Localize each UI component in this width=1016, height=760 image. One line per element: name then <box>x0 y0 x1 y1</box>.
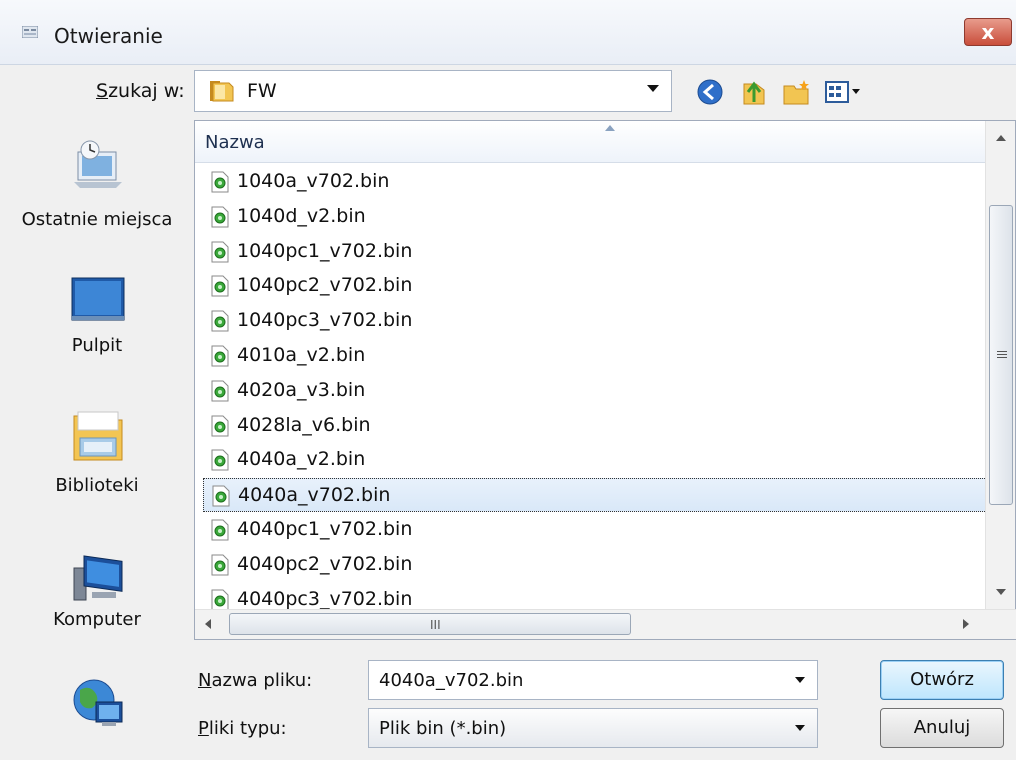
chevron-down-icon[interactable] <box>795 725 805 731</box>
file-type-select[interactable]: Plik bin (*.bin) <box>368 708 818 748</box>
file-name: 4020a_v3.bin <box>237 378 366 401</box>
file-row[interactable]: 1040d_v2.bin <box>203 200 987 234</box>
bin-file-icon <box>211 380 229 402</box>
bin-file-icon <box>211 241 229 263</box>
look-in-label: Szukaj w: <box>96 80 185 102</box>
scroll-left-icon[interactable] <box>205 619 211 629</box>
file-name: 1040d_v2.bin <box>237 204 366 227</box>
vertical-scrollbar[interactable] <box>985 121 1015 609</box>
network-icon <box>73 679 123 726</box>
bin-file-icon <box>211 415 229 437</box>
file-rows: 1040a_v702.bin 1040d_v2.bin 1040pc1_v702.b… <box>195 165 987 609</box>
file-row[interactable]: 4040pc3_v702.bin <box>203 583 987 609</box>
bin-file-icon <box>212 485 230 507</box>
file-row[interactable]: 4040pc1_v702.bin <box>203 513 987 547</box>
file-row[interactable]: 1040pc2_v702.bin <box>203 269 987 303</box>
file-name: 4040pc1_v702.bin <box>237 518 413 540</box>
bin-file-icon <box>211 310 229 332</box>
file-type-value: Plik bin (*.bin) <box>379 718 507 739</box>
up-folder-icon[interactable] <box>738 76 770 108</box>
dialog-app-icon <box>22 26 38 38</box>
window-title: Otwieranie <box>54 24 163 48</box>
bin-file-icon <box>211 345 229 367</box>
bin-file-icon <box>211 554 229 576</box>
scroll-right-icon[interactable] <box>963 619 969 629</box>
grip-icon: III <box>430 618 441 632</box>
grip-icon <box>997 351 1007 358</box>
close-icon: x <box>981 20 995 44</box>
column-header-name[interactable]: Nazwa <box>195 121 987 163</box>
file-name: 4010a_v2.bin <box>237 344 366 366</box>
file-name: 4040a_v702.bin <box>238 484 391 507</box>
horizontal-scroll-thumb[interactable]: III <box>229 613 631 635</box>
place-label: Biblioteki <box>55 475 139 496</box>
recent-places-icon <box>74 140 122 188</box>
look-in-value: FW <box>247 80 277 102</box>
file-row[interactable]: 1040pc1_v702.bin <box>203 235 987 269</box>
chevron-down-icon[interactable] <box>795 677 805 683</box>
file-name: 1040pc3_v702.bin <box>237 309 413 332</box>
look-in-combobox[interactable]: FW <box>194 70 672 112</box>
bin-file-icon <box>211 206 229 228</box>
folder-icon <box>210 81 234 102</box>
file-list[interactable]: Nazwa 1040a_v702.bin 1040d_v2.bin 1040pc1_… <box>194 120 1016 640</box>
libraries-icon <box>73 411 123 461</box>
open-file-dialog: Otwieranie x Szukaj w: FW Ostatnie miejs… <box>0 0 1016 760</box>
title-bar: Otwieranie x <box>0 0 1016 65</box>
close-button[interactable]: x <box>964 18 1012 46</box>
chevron-down-icon[interactable] <box>647 85 659 92</box>
file-row[interactable]: 4020a_v3.bin <box>203 374 987 408</box>
bin-file-icon <box>211 589 229 609</box>
file-name: 4028la_v6.bin <box>237 413 371 436</box>
cancel-button[interactable]: Anuluj <box>880 708 1004 748</box>
file-name: 1040pc2_v702.bin <box>237 274 413 297</box>
file-row[interactable]: 4040a_v702.bin <box>203 478 987 513</box>
file-name-label: Nazwa pliku: <box>198 670 313 691</box>
file-name: 4040a_v2.bin <box>237 448 366 471</box>
scroll-down-icon[interactable] <box>996 589 1006 595</box>
desktop-icon <box>71 277 125 321</box>
file-name: 4040pc3_v702.bin <box>237 587 413 609</box>
horizontal-scrollbar[interactable]: III <box>195 609 1016 639</box>
file-row[interactable]: 1040pc3_v702.bin <box>203 304 987 338</box>
place-label: Pulpit <box>71 335 123 356</box>
places-bar: Ostatnie miejsca Pulpit Biblioteki Kompu… <box>0 120 194 760</box>
computer-icon <box>73 555 123 601</box>
bin-file-icon <box>211 519 229 541</box>
open-button[interactable]: Otwórz <box>880 660 1004 700</box>
column-header-label: Nazwa <box>205 132 265 153</box>
scroll-up-icon[interactable] <box>996 135 1006 141</box>
bin-file-icon <box>211 449 229 471</box>
vertical-scroll-thumb[interactable] <box>989 205 1013 505</box>
file-row[interactable]: 4040a_v2.bin <box>203 443 987 477</box>
view-menu-icon[interactable] <box>822 76 866 108</box>
bin-file-icon <box>211 171 229 193</box>
place-label: Ostatnie miejsca <box>21 209 173 230</box>
file-row[interactable]: 4010a_v2.bin <box>203 339 987 373</box>
file-name: 1040a_v702.bin <box>237 170 390 192</box>
file-row[interactable]: 1040a_v702.bin <box>203 165 987 199</box>
file-type-label: Pliki typu: <box>198 718 287 739</box>
file-row[interactable]: 4040pc2_v702.bin <box>203 548 987 582</box>
file-row[interactable]: 4028la_v6.bin <box>203 409 987 443</box>
new-folder-icon[interactable] <box>780 76 812 108</box>
file-name-input[interactable]: 4040a_v702.bin <box>368 660 818 700</box>
file-name-value: 4040a_v702.bin <box>379 670 524 691</box>
file-name: 1040pc1_v702.bin <box>237 239 413 262</box>
sort-ascending-icon <box>605 125 615 131</box>
place-label: Komputer <box>53 609 141 630</box>
back-icon[interactable] <box>694 76 726 108</box>
bin-file-icon <box>211 275 229 297</box>
file-name: 4040pc2_v702.bin <box>237 552 413 575</box>
